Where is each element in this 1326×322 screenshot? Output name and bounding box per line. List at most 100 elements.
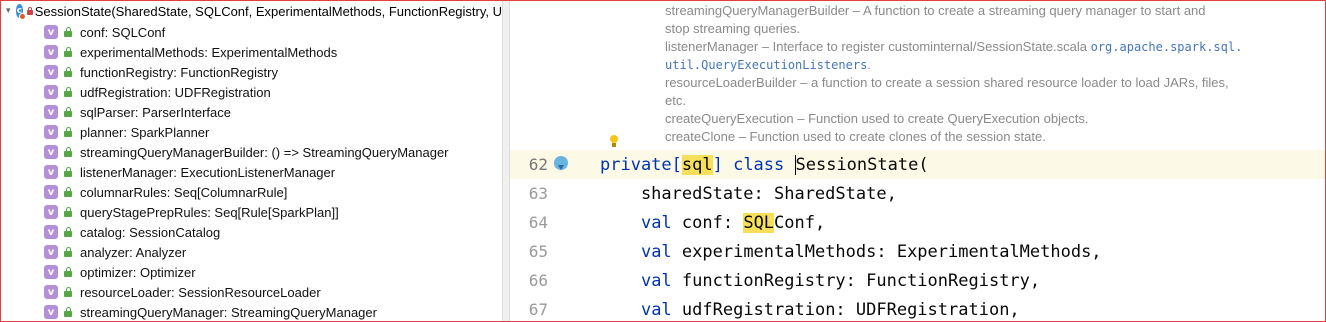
rendered-doc-comment: streamingQueryManagerBuilder – A functio… bbox=[665, 2, 1315, 149]
doc-text: resourceLoaderBuilder – a function to cr… bbox=[665, 75, 1229, 90]
structure-member-item[interactable]: v experimentalMethods: ExperimentalMethod… bbox=[2, 42, 502, 62]
class-icon: c bbox=[15, 4, 27, 20]
structure-member-label: streamingQueryManagerBuilder: () => Stre… bbox=[80, 144, 449, 160]
variable-icon: v bbox=[44, 165, 58, 179]
public-lock-icon bbox=[62, 266, 74, 278]
public-lock-icon bbox=[62, 226, 74, 238]
structure-member-item[interactable]: v streamingQueryManagerBuilder: () => Str… bbox=[2, 142, 502, 162]
implemented-marker-icon[interactable] bbox=[554, 156, 570, 172]
doc-text: . bbox=[867, 57, 871, 72]
variable-icon: v bbox=[44, 245, 58, 259]
code-line[interactable]: 66 val functionRegistry: FunctionRegistr… bbox=[510, 266, 1325, 295]
structure-member-item[interactable]: v listenerManager: ExecutionListenerManag… bbox=[2, 162, 502, 182]
structure-member-label: queryStagePrepRules: Seq[Rule[SparkPlan]… bbox=[80, 204, 339, 220]
structure-member-label: experimentalMethods: ExperimentalMethods bbox=[80, 44, 338, 60]
keyword: val bbox=[640, 241, 672, 262]
panel-splitter[interactable] bbox=[502, 1, 510, 321]
code-line[interactable]: 67 val udfRegistration: UDFRegistration, bbox=[510, 295, 1325, 321]
structure-member-label: optimizer: Optimizer bbox=[80, 264, 196, 280]
code-text: val experimentalMethods: ExperimentalMet… bbox=[600, 242, 1102, 262]
public-lock-icon bbox=[62, 126, 74, 138]
structure-member-item[interactable]: v planner: SparkPlanner bbox=[2, 122, 502, 142]
code-line[interactable]: 64 val conf: SQLConf, bbox=[510, 208, 1325, 237]
variable-icon: v bbox=[44, 25, 58, 39]
structure-member-label: analyzer: Analyzer bbox=[80, 244, 187, 260]
public-lock-icon bbox=[62, 306, 74, 318]
structure-member-item[interactable]: v sqlParser: ParserInterface bbox=[2, 102, 502, 122]
variable-icon: v bbox=[44, 125, 58, 139]
structure-member-item[interactable]: v catalog: SessionCatalog bbox=[2, 222, 502, 242]
variable-icon: v bbox=[44, 205, 58, 219]
structure-member-item[interactable]: v conf: SQLConf bbox=[2, 22, 502, 42]
structure-member-label: columnarRules: Seq[ColumnarRule] bbox=[80, 184, 288, 200]
code-editor[interactable]: streamingQueryManagerBuilder – A functio… bbox=[510, 2, 1325, 321]
public-lock-icon bbox=[62, 46, 74, 58]
code-text: val udfRegistration: UDFRegistration, bbox=[600, 300, 1020, 320]
variable-icon: v bbox=[44, 105, 58, 119]
public-lock-icon bbox=[62, 206, 74, 218]
public-lock-icon bbox=[62, 66, 74, 78]
search-highlight: SQL bbox=[743, 212, 775, 233]
keyword: val bbox=[640, 270, 672, 291]
structure-member-item[interactable]: v udfRegistration: UDFRegistration bbox=[2, 82, 502, 102]
keyword: private[ bbox=[600, 154, 682, 175]
variable-icon: v bbox=[44, 285, 58, 299]
structure-member-item[interactable]: v optimizer: Optimizer bbox=[2, 262, 502, 282]
code-text: val conf: SQLConf, bbox=[600, 212, 826, 233]
collapse-toggle-icon[interactable]: ▾ bbox=[6, 6, 12, 16]
public-lock-icon bbox=[62, 186, 74, 198]
code-fragment: experimentalMethods: ExperimentalMethods… bbox=[671, 241, 1102, 262]
code-fragment: udfRegistration: UDFRegistration, bbox=[671, 299, 1020, 320]
line-number: 65 bbox=[528, 242, 548, 261]
structure-member-label: udfRegistration: UDFRegistration bbox=[80, 84, 271, 100]
doc-code-link[interactable]: util.QueryExecutionListeners bbox=[665, 58, 867, 72]
structure-member-label: catalog: SessionCatalog bbox=[80, 224, 221, 240]
structure-member-item[interactable]: v functionRegistry: FunctionRegistry bbox=[2, 62, 502, 82]
lock-icon bbox=[26, 7, 35, 15]
doc-line: stop streaming queries. bbox=[665, 20, 1315, 38]
code-line[interactable]: 65 val experimentalMethods: Experimental… bbox=[510, 237, 1325, 266]
text-caret: SessionState( bbox=[794, 154, 929, 175]
code-text: private[sql] class SessionState( bbox=[600, 154, 929, 175]
doc-text: streamingQueryManagerBuilder – A functio… bbox=[665, 3, 1206, 18]
code-line[interactable]: 62 private[sql] class SessionState( bbox=[510, 150, 1325, 179]
code-text: sharedState: SharedState, bbox=[600, 183, 897, 204]
doc-text: stop streaming queries. bbox=[665, 21, 801, 36]
doc-text: etc. bbox=[665, 93, 686, 108]
structure-root-node[interactable]: ▾ c SessionState(SharedState, SQLConf, E… bbox=[2, 2, 502, 20]
structure-member-item[interactable]: v resourceLoader: SessionResourceLoader bbox=[2, 282, 502, 302]
structure-member-label: functionRegistry: FunctionRegistry bbox=[80, 64, 278, 80]
doc-text: listenerManager – Interface to register … bbox=[665, 39, 1091, 54]
structure-member-item[interactable]: v analyzer: Analyzer bbox=[2, 242, 502, 262]
variable-icon: v bbox=[44, 85, 58, 99]
doc-line: createClone – Function used to create cl… bbox=[665, 128, 1315, 146]
variable-icon: v bbox=[44, 305, 58, 319]
line-number: 66 bbox=[528, 271, 548, 290]
code-lines: 62 private[sql] class SessionState( 63 s… bbox=[510, 150, 1325, 321]
variable-icon: v bbox=[44, 145, 58, 159]
keyword: val bbox=[640, 212, 672, 233]
keyword: val bbox=[640, 299, 672, 320]
public-lock-icon bbox=[62, 106, 74, 118]
lightbulb-icon[interactable] bbox=[608, 135, 620, 149]
doc-code-link[interactable]: org.apache.spark.sql. bbox=[1091, 40, 1243, 54]
doc-line: etc. bbox=[665, 92, 1315, 110]
structure-panel: ▾ c SessionState(SharedState, SQLConf, E… bbox=[2, 2, 502, 321]
public-lock-icon bbox=[62, 146, 74, 158]
line-number: 67 bbox=[528, 300, 548, 319]
doc-line: streamingQueryManagerBuilder – A functio… bbox=[665, 2, 1315, 20]
line-number: 63 bbox=[528, 184, 548, 203]
search-highlight: sql bbox=[681, 154, 713, 175]
code-fragment: Conf, bbox=[774, 212, 826, 233]
structure-member-item[interactable]: v queryStagePrepRules: Seq[Rule[SparkPlan… bbox=[2, 202, 502, 222]
doc-line: util.QueryExecutionListeners. bbox=[665, 56, 1315, 74]
structure-member-item[interactable]: v streamingQueryManager: StreamingQueryMa… bbox=[2, 302, 502, 321]
line-number: 62 bbox=[528, 155, 548, 174]
structure-member-label: planner: SparkPlanner bbox=[80, 124, 210, 140]
structure-member-item[interactable]: v columnarRules: Seq[ColumnarRule] bbox=[2, 182, 502, 202]
structure-member-label: conf: SQLConf bbox=[80, 24, 166, 40]
ide-window: ▾ c SessionState(SharedState, SQLConf, E… bbox=[0, 0, 1326, 322]
code-line[interactable]: 63 sharedState: SharedState, bbox=[510, 179, 1325, 208]
public-lock-icon bbox=[62, 166, 74, 178]
